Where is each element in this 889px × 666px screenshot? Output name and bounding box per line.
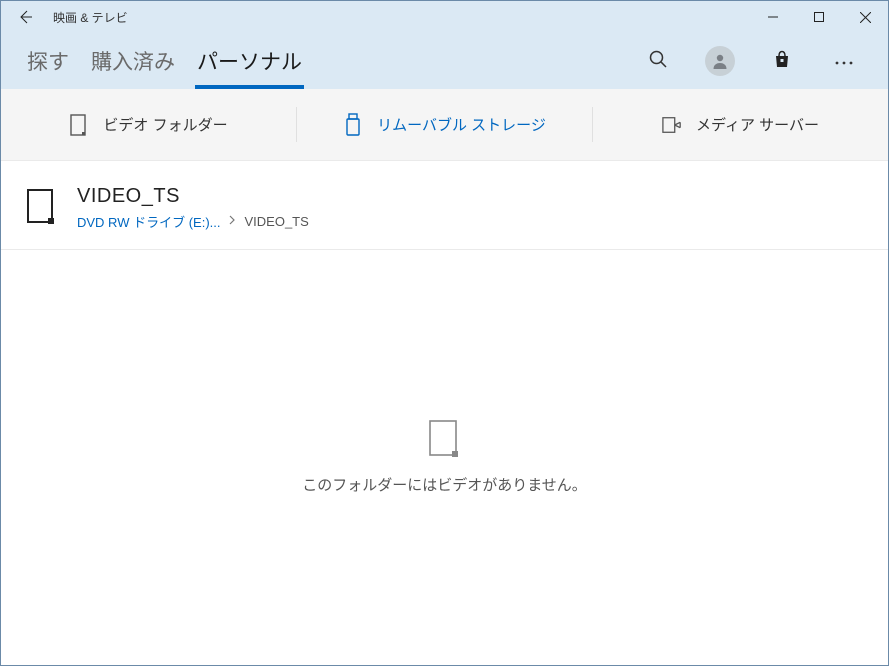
- subtab-label: メディア サーバー: [696, 114, 819, 135]
- subtab-video-folders[interactable]: ビデオ フォルダー: [1, 89, 296, 160]
- subtab-removable-storage[interactable]: リムーバブル ストレージ: [297, 89, 592, 160]
- nav-bar: 探す 購入済み パーソナル: [1, 33, 888, 89]
- folder-page-icon: [27, 189, 57, 225]
- tab-personal[interactable]: パーソナル: [195, 33, 304, 89]
- breadcrumb: DVD RW ドライブ (E:)... VIDEO_TS: [77, 212, 309, 231]
- shopping-bag-icon: [772, 49, 792, 74]
- window-title: 映画 & テレビ: [53, 9, 128, 26]
- user-icon: [705, 46, 735, 76]
- empty-video-icon: [429, 420, 461, 458]
- close-button[interactable]: [842, 1, 888, 33]
- ellipsis-icon: [835, 52, 853, 70]
- account-button[interactable]: [700, 41, 740, 81]
- maximize-button[interactable]: [796, 1, 842, 33]
- back-button[interactable]: [1, 1, 49, 33]
- tab-purchased[interactable]: 購入済み: [89, 33, 177, 89]
- sub-tabs: ビデオ フォルダー リムーバブル ストレージ メディア サーバー: [1, 89, 888, 161]
- subtab-label: ビデオ フォルダー: [103, 114, 227, 135]
- folder-header: VIDEO_TS DVD RW ドライブ (E:)... VIDEO_TS: [1, 161, 888, 250]
- tab-label: 探す: [27, 46, 69, 76]
- tab-label: パーソナル: [197, 46, 302, 76]
- breadcrumb-current: VIDEO_TS: [244, 214, 308, 229]
- title-bar: 映画 & テレビ: [1, 1, 888, 33]
- search-icon: [648, 49, 668, 74]
- subtab-label: リムーバブル ストレージ: [377, 114, 546, 135]
- media-server-icon: [662, 113, 682, 137]
- tab-label: 購入済み: [91, 46, 175, 76]
- subtab-media-servers[interactable]: メディア サーバー: [593, 89, 888, 160]
- usb-drive-icon: [343, 113, 363, 137]
- tab-explore[interactable]: 探す: [25, 33, 71, 89]
- search-button[interactable]: [638, 41, 678, 81]
- video-folder-icon: [69, 113, 89, 137]
- empty-message: このフォルダーにはビデオがありません。: [302, 474, 587, 495]
- minimize-button[interactable]: [750, 1, 796, 33]
- folder-title: VIDEO_TS: [77, 185, 309, 208]
- chevron-right-icon: [228, 215, 236, 228]
- breadcrumb-link[interactable]: DVD RW ドライブ (E:)...: [77, 212, 220, 231]
- store-button[interactable]: [762, 41, 802, 81]
- empty-state: このフォルダーにはビデオがありません。: [1, 250, 888, 665]
- more-button[interactable]: [824, 41, 864, 81]
